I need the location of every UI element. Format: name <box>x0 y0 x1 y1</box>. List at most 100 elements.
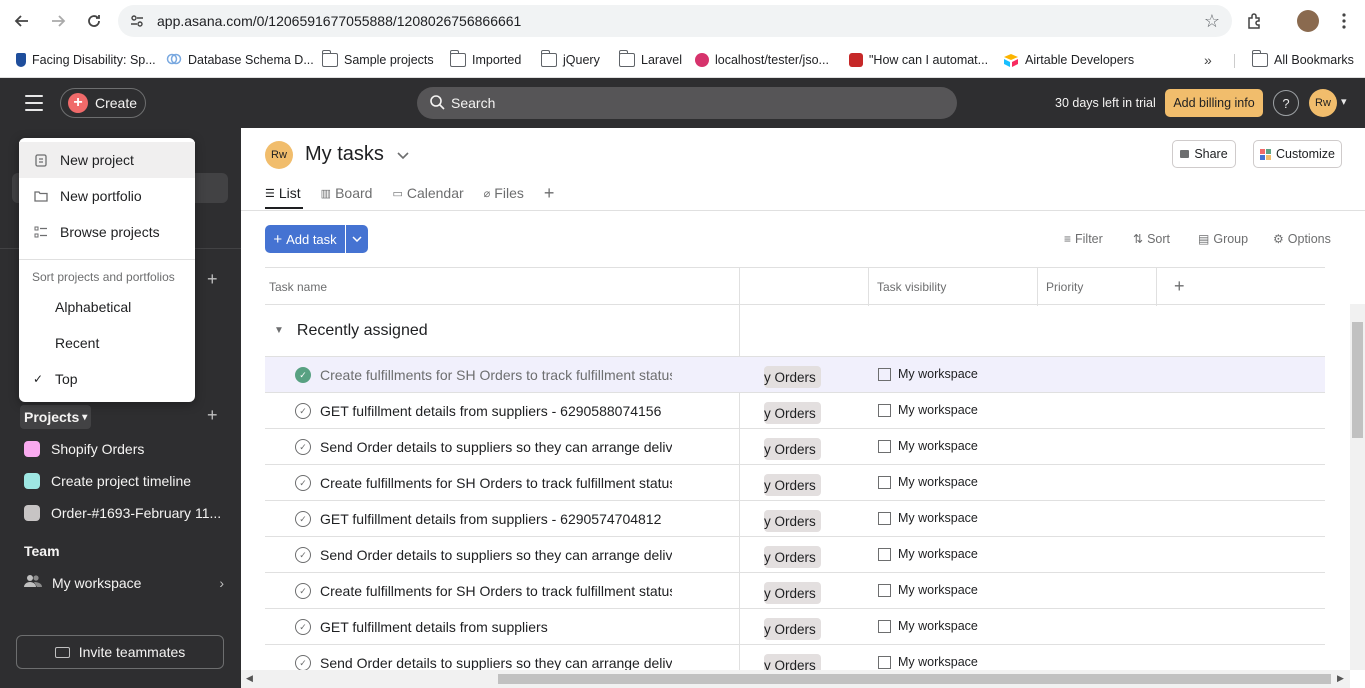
complete-checkbox-icon[interactable]: ✓ <box>295 655 311 671</box>
project-tag[interactable]: y Orders <box>764 438 821 460</box>
invite-teammates-button[interactable]: Invite teammates <box>16 635 224 669</box>
complete-checkbox-icon[interactable]: ✓ <box>295 511 311 527</box>
task-name[interactable]: GET fulfillment details from suppliers <box>320 619 672 635</box>
project-tag[interactable]: y Orders <box>764 402 821 424</box>
collapse-triangle-icon[interactable]: ▼ <box>274 325 284 336</box>
table-row[interactable]: ✓ Create fulfillments for SH Orders to tr… <box>265 357 1325 393</box>
browser-menu-icon[interactable] <box>1332 9 1356 33</box>
project-tag[interactable]: y Orders <box>764 546 821 568</box>
sort-option-alphabetical[interactable]: Alphabetical <box>19 289 195 325</box>
customize-button[interactable]: Customize <box>1253 140 1342 168</box>
create-button[interactable]: + Create <box>60 88 146 118</box>
chevron-down-icon[interactable]: ▾ <box>1341 95 1347 108</box>
task-name[interactable]: Send Order details to suppliers so they … <box>320 655 672 671</box>
site-settings-icon[interactable] <box>129 13 145 32</box>
complete-checkbox-icon[interactable]: ✓ <box>295 583 311 599</box>
sidebar-item-project[interactable]: Shopify Orders <box>24 437 144 461</box>
bookmark-folder[interactable]: Imported <box>449 50 521 70</box>
menu-item-new-project[interactable]: New project <box>19 142 195 178</box>
add-task-dropdown[interactable] <box>346 225 368 253</box>
extensions-icon[interactable] <box>1243 9 1267 33</box>
filter-button[interactable]: ≡ Filter <box>1064 232 1103 246</box>
address-bar[interactable]: app.asana.com/0/1206591677055888/1208026… <box>118 5 1232 37</box>
menu-item-new-portfolio[interactable]: New portfolio <box>19 178 195 214</box>
user-avatar[interactable]: Rw <box>1309 89 1337 117</box>
project-tag[interactable]: y Orders <box>764 474 821 496</box>
complete-checkbox-icon[interactable]: ✓ <box>295 619 311 635</box>
bookmark-star-icon[interactable]: ☆ <box>1204 11 1220 32</box>
bookmark-item[interactable]: Facing Disability: Sp... <box>16 50 156 70</box>
tab-calendar[interactable]: ▭ Calendar <box>392 182 463 204</box>
tab-board[interactable]: ▥ Board <box>321 182 373 204</box>
bookmark-folder[interactable]: Laravel <box>618 50 682 70</box>
more-bookmarks-icon[interactable]: » <box>1204 50 1212 70</box>
scroll-left-icon[interactable]: ◀ <box>246 673 253 684</box>
project-tag[interactable]: y Orders <box>764 366 821 388</box>
sidebar-item-workspace[interactable]: My workspace › <box>24 574 224 591</box>
table-row[interactable]: ✓ GET fulfillment details from suppliers y… <box>265 609 1325 645</box>
table-row[interactable]: ✓ GET fulfillment details from suppliers … <box>265 501 1325 537</box>
add-icon[interactable]: + <box>207 269 218 290</box>
share-button[interactable]: Share <box>1172 140 1236 168</box>
search-input[interactable]: Search <box>417 87 957 119</box>
scrollbar-thumb[interactable] <box>498 674 1331 684</box>
add-project-icon[interactable]: + <box>207 405 218 426</box>
sidebar-item-project[interactable]: Create project timeline <box>24 469 191 493</box>
vertical-scrollbar[interactable] <box>1350 304 1365 670</box>
task-name[interactable]: Send Order details to suppliers so they … <box>320 547 672 563</box>
tab-list[interactable]: ☰ List <box>265 182 301 204</box>
sort-button[interactable]: ⇅ Sort <box>1133 232 1170 246</box>
options-button[interactable]: ⚙ Options <box>1273 232 1331 246</box>
table-row[interactable]: ✓ Send Order details to suppliers so they… <box>265 429 1325 465</box>
all-bookmarks[interactable]: All Bookmarks <box>1251 50 1354 70</box>
complete-checkbox-icon[interactable]: ✓ <box>295 367 311 383</box>
add-tab-icon[interactable]: + <box>544 182 555 204</box>
column-task-visibility[interactable]: Task visibility <box>873 268 946 305</box>
bookmark-folder[interactable]: Sample projects <box>321 50 434 70</box>
sidebar-projects-header[interactable]: Projects ▾ <box>20 405 92 429</box>
task-name[interactable]: Create fulfillments for SH Orders to tra… <box>320 475 672 491</box>
task-name[interactable]: GET fulfillment details from suppliers -… <box>320 511 672 527</box>
table-row[interactable]: ✓ GET fulfillment details from suppliers … <box>265 393 1325 429</box>
sidebar-item-project[interactable]: Order-#1693-February 11... <box>24 501 221 525</box>
column-task-name[interactable]: Task name <box>265 268 327 305</box>
back-icon[interactable] <box>10 9 34 33</box>
reload-icon[interactable] <box>82 9 106 33</box>
table-row[interactable]: ✓ Create fulfillments for SH Orders to tr… <box>265 465 1325 501</box>
complete-checkbox-icon[interactable]: ✓ <box>295 403 311 419</box>
task-name[interactable]: Send Order details to suppliers so they … <box>320 439 672 455</box>
group-button[interactable]: ▤ Group <box>1198 232 1248 246</box>
forward-icon[interactable] <box>46 9 70 33</box>
profile-avatar[interactable] <box>1296 9 1320 33</box>
complete-checkbox-icon[interactable]: ✓ <box>295 547 311 563</box>
project-tag[interactable]: y Orders <box>764 618 821 640</box>
table-row[interactable]: ✓ Send Order details to suppliers so they… <box>265 537 1325 573</box>
chevron-down-icon[interactable] <box>397 147 409 163</box>
task-name[interactable]: Create fulfillments for SH Orders to tra… <box>320 367 672 383</box>
bookmark-item[interactable]: Database Schema D... <box>166 50 314 70</box>
hamburger-menu-icon[interactable] <box>25 95 43 111</box>
help-button[interactable]: ? <box>1273 90 1299 116</box>
bookmark-item[interactable]: localhost/tester/jso... <box>695 50 829 70</box>
horizontal-scrollbar[interactable]: ◀ ▶ <box>241 670 1350 688</box>
column-priority[interactable]: Priority <box>1042 268 1083 305</box>
task-name[interactable]: Create fulfillments for SH Orders to tra… <box>320 583 672 599</box>
complete-checkbox-icon[interactable]: ✓ <box>295 439 311 455</box>
project-tag[interactable]: y Orders <box>764 582 821 604</box>
scroll-right-icon[interactable]: ▶ <box>1337 673 1344 684</box>
complete-checkbox-icon[interactable]: ✓ <box>295 475 311 491</box>
sort-option-recent[interactable]: Recent <box>19 325 195 361</box>
tab-files[interactable]: ⌀ Files <box>484 182 524 204</box>
add-billing-button[interactable]: Add billing info <box>1165 89 1263 117</box>
bookmark-folder[interactable]: jQuery <box>540 50 600 70</box>
scrollbar-thumb[interactable] <box>1352 322 1363 438</box>
bookmark-item[interactable]: "How can I automat... <box>849 50 988 70</box>
bookmark-item[interactable]: Airtable Developers <box>1003 50 1134 70</box>
section-header[interactable]: ▼ Recently assigned <box>265 305 1325 357</box>
project-tag[interactable]: y Orders <box>764 510 821 532</box>
add-column-icon[interactable]: + <box>1170 268 1185 305</box>
menu-item-browse-projects[interactable]: Browse projects <box>19 214 195 250</box>
sort-option-top[interactable]: ✓ Top <box>19 361 195 397</box>
add-task-button[interactable]: + Add task <box>265 225 345 253</box>
task-name[interactable]: GET fulfillment details from suppliers -… <box>320 403 672 419</box>
